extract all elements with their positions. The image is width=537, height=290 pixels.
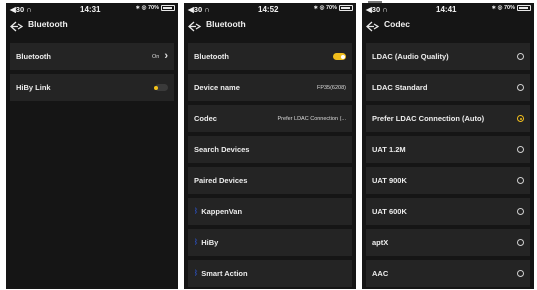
codec-option[interactable]: LDAC Standard [366, 74, 530, 101]
status-time: 14:41 [436, 5, 457, 14]
back-arrow-icon[interactable] [10, 19, 24, 31]
radio-button[interactable] [517, 270, 524, 277]
codec-option[interactable]: UAT 1.2M [366, 136, 530, 163]
row-bluetooth[interactable]: Bluetooth [188, 43, 352, 70]
codec-option[interactable]: UAT 600K [366, 198, 530, 225]
codec-option-selected[interactable]: Prefer LDAC Connection (Auto) [366, 105, 530, 132]
radio-button[interactable] [517, 84, 524, 91]
row-label: KappenVan [201, 207, 243, 216]
option-label: AAC [372, 269, 389, 278]
status-right: ∗ ◎ 70% [136, 5, 175, 11]
status-right: ∗ ◎ 70% [492, 5, 531, 11]
battery-icon [517, 5, 531, 11]
option-label: aptX [372, 238, 389, 247]
paired-device-item[interactable]: ᛒ Smart Action [188, 260, 352, 287]
bluetooth-icon: ᛒ [194, 239, 199, 246]
hiby-link-toggle[interactable] [154, 84, 168, 91]
settings-list: Bluetooth Device name FP35(6208) Codec P… [188, 43, 352, 289]
bluetooth-icon: ᛒ [194, 270, 199, 277]
page-title: Bluetooth [206, 19, 246, 29]
status-time: 14:52 [258, 5, 279, 14]
status-icons: ∗ ◎ 70% [491, 5, 515, 11]
screen-bluetooth-settings: ◀30 ∩ 14:31 ∗ ◎ 70% Bluetooth Bluetooth … [6, 3, 178, 289]
row-value: FP35(6208) [316, 84, 346, 91]
row-label: HiBy Link [16, 83, 51, 92]
row-hiby-link[interactable]: HiBy Link [10, 74, 174, 101]
page-title: Codec [384, 19, 410, 29]
codec-option[interactable]: LDAC (Audio Quality) [366, 43, 530, 70]
row-label: Paired Devices [194, 176, 248, 185]
row-label: Bluetooth [194, 52, 229, 61]
bluetooth-toggle[interactable] [333, 53, 346, 60]
status-icons: ∗ ◎ 70% [313, 5, 337, 11]
radio-button[interactable] [517, 177, 524, 184]
row-codec[interactable]: Codec Prefer LDAC Connection (... [188, 105, 352, 132]
row-search-devices[interactable]: Search Devices [188, 136, 352, 163]
page-title: Bluetooth [28, 19, 68, 29]
status-volume: ◀30 ∩ [366, 5, 388, 14]
option-label: UAT 1.2M [372, 145, 406, 154]
row-label: Bluetooth [16, 52, 51, 61]
row-label: Search Devices [194, 145, 250, 154]
status-bar: ◀30 ∩ 14:31 ∗ ◎ 70% [6, 3, 178, 16]
settings-list: Bluetooth On › HiBy Link [10, 43, 174, 105]
header: Bluetooth [6, 16, 178, 32]
option-label: LDAC Standard [372, 83, 428, 92]
row-device-name[interactable]: Device name FP35(6208) [188, 74, 352, 101]
radio-button[interactable] [517, 146, 524, 153]
paired-device-item[interactable]: ᛒ HiBy [188, 229, 352, 256]
status-icons: ∗ ◎ 70% [135, 5, 159, 11]
row-bluetooth[interactable]: Bluetooth On › [10, 43, 174, 70]
radio-button-selected[interactable] [517, 115, 524, 122]
option-label: Prefer LDAC Connection (Auto) [372, 114, 485, 123]
status-time: 14:31 [80, 5, 101, 14]
codec-option[interactable]: UAT 900K [366, 167, 530, 194]
status-volume: ◀30 ∩ [10, 5, 32, 14]
row-label: Smart Action [201, 269, 248, 278]
status-volume: ◀30 ∩ [188, 5, 210, 14]
option-label: UAT 900K [372, 176, 407, 185]
option-label: LDAC (Audio Quality) [372, 52, 449, 61]
row-paired-devices[interactable]: Paired Devices [188, 167, 352, 194]
row-label: Device name [194, 83, 240, 92]
status-right: ∗ ◎ 70% [314, 5, 353, 11]
screen-bluetooth-on: ◀30 ∩ 14:52 ∗ ◎ 70% Bluetooth Bluetooth … [184, 3, 356, 289]
codec-option[interactable]: AAC [366, 260, 530, 287]
battery-icon [161, 5, 175, 11]
codec-options-list: LDAC (Audio Quality) LDAC Standard Prefe… [366, 43, 530, 289]
radio-button[interactable] [517, 53, 524, 60]
back-arrow-icon[interactable] [366, 19, 380, 31]
paired-device-item[interactable]: ᛒ KappenVan [188, 198, 352, 225]
screen-codec: ◀30 ∩ 14:41 ∗ ◎ 70% Codec LDAC (Audio Qu… [362, 3, 534, 289]
codec-option[interactable]: aptX [366, 229, 530, 256]
battery-icon [339, 5, 353, 11]
chevron-right-icon: › [164, 50, 168, 62]
row-label: Codec [194, 114, 217, 123]
row-label: HiBy [201, 238, 219, 247]
header: Bluetooth [184, 16, 356, 32]
bluetooth-icon: ᛒ [194, 208, 199, 215]
status-bar: ◀30 ∩ 14:52 ∗ ◎ 70% [184, 3, 356, 16]
row-value: Prefer LDAC Connection (... [277, 115, 346, 122]
row-value: On [151, 53, 160, 60]
header: Codec [362, 16, 534, 32]
option-label: UAT 600K [372, 207, 407, 216]
radio-button[interactable] [517, 239, 524, 246]
status-bar: ◀30 ∩ 14:41 ∗ ◎ 70% [362, 3, 534, 16]
radio-button[interactable] [517, 208, 524, 215]
back-arrow-icon[interactable] [188, 19, 202, 31]
